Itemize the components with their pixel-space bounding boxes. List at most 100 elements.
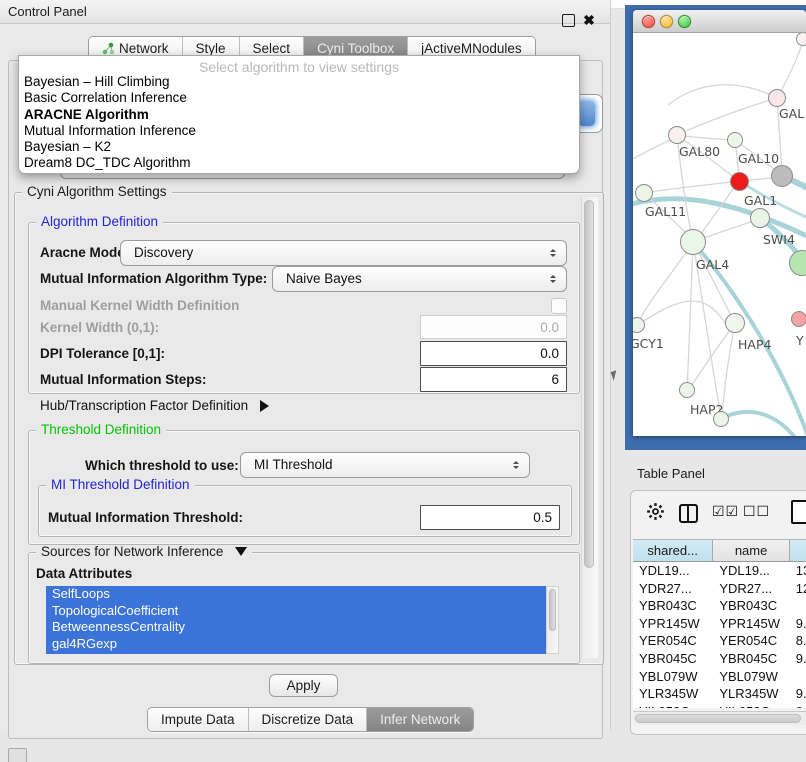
kernel-width-field[interactable] [420, 315, 567, 339]
network-node-gal1[interactable] [730, 172, 749, 191]
table-cell: YPR145W [713, 615, 789, 633]
algorithm-dropdown-popup: Select algorithm to view settings Bayesi… [18, 55, 580, 174]
mouse-cursor [611, 370, 620, 381]
screen: Control Panel ✖ Network Style Select Cyn… [0, 0, 806, 762]
mi-type-combobox[interactable]: Naive Bayes [272, 266, 567, 292]
which-threshold-combobox[interactable]: MI Threshold [240, 452, 530, 478]
mi-threshold-field[interactable] [420, 505, 560, 530]
algorithm-definition-title: Algorithm Definition [36, 215, 163, 229]
network-icon [102, 42, 115, 55]
column-header-clipped[interactable] [790, 540, 806, 562]
table-cell [790, 668, 806, 686]
cyni-bottom-tabs: Impute Data Discretize Data Infer Networ… [147, 707, 474, 732]
node-label: GAL11 [645, 204, 686, 219]
settings-scrollbar[interactable] [581, 197, 598, 658]
minimized-panel-icon[interactable] [8, 748, 27, 762]
dropdown-placeholder: Select algorithm to view settings [19, 56, 579, 74]
node-label: HAP4 [738, 337, 771, 352]
manual-kernel-checkbox[interactable] [551, 298, 567, 314]
network-node-y[interactable] [791, 311, 806, 327]
network-node-gal[interactable] [768, 89, 786, 107]
threshold-definition-title: Threshold Definition [36, 423, 166, 437]
table-row[interactable]: YBL079WYBL079W [633, 668, 806, 686]
data-attributes-list[interactable]: SelfLoopsTopologicalCoefficientBetweenne… [46, 586, 546, 654]
table-row[interactable]: YLR345WYLR345W9. [633, 685, 806, 703]
attribute-item-betweennesscentrality[interactable]: BetweennessCentrality [46, 619, 546, 636]
network-node-swi4[interactable] [750, 208, 770, 228]
dropdown-item-bayesian-hill-climbing[interactable]: Bayesian – Hill Climbing [19, 74, 579, 90]
table-cell: YDR27... [713, 580, 789, 598]
network-node-gal10[interactable] [727, 132, 743, 148]
float-window-icon[interactable] [562, 14, 575, 27]
table-cell: YLR345W [633, 685, 713, 703]
dpi-tolerance-label: DPI Tolerance [0,1]: [40, 347, 165, 361]
attributes-list-scrollbar[interactable] [546, 586, 559, 654]
aracne-mode-combobox[interactable]: Discovery [120, 240, 567, 266]
table-horizontal-scrollbar[interactable] [633, 711, 806, 725]
dropdown-item-bayesian-k2[interactable]: Bayesian – K2 [19, 139, 579, 155]
table-panel: ☑☑ ☐☐ shared... name YDL19...YDL19...13Y… [630, 490, 806, 735]
table-row[interactable]: YDL19...YDL19...13 [633, 562, 806, 580]
table-cell: 9. [790, 685, 806, 703]
table-hscroll-thumb[interactable] [635, 714, 801, 723]
attribute-item-topologicalcoefficient[interactable]: TopologicalCoefficient [46, 603, 546, 620]
deselect-all-checkboxes-icon[interactable]: ☐☐ [743, 503, 770, 520]
network-node-gal4[interactable] [680, 229, 706, 255]
network-window-titlebar[interactable] [633, 10, 806, 33]
table-cell: YIL052C [633, 703, 713, 708]
mi-threshold-group-title: MI Threshold Definition [46, 478, 195, 492]
network-node[interactable] [713, 411, 729, 427]
table-row[interactable]: YER054CYER054C8. [633, 632, 806, 650]
columns-icon[interactable] [679, 504, 698, 523]
network-node-hap2[interactable] [679, 382, 695, 398]
column-header-shared-name[interactable]: shared... [633, 540, 713, 562]
mi-steps-label: Mutual Information Steps: [40, 373, 207, 387]
network-node[interactable] [771, 165, 793, 187]
select-all-checkboxes-icon[interactable]: ☑☑ [712, 503, 739, 520]
tab-impute-data[interactable]: Impute Data [148, 708, 248, 731]
zoom-window-icon[interactable] [678, 15, 691, 28]
table-row[interactable]: YDR27...YDR27...12 [633, 580, 806, 598]
node-label: GCY1 [633, 336, 664, 351]
table-row[interactable]: YPR145WYPR145W9. [633, 615, 806, 633]
close-icon[interactable]: ✖ [581, 9, 597, 31]
settings-scrollbar-thumb[interactable] [584, 200, 594, 568]
sources-group-title[interactable]: Sources for Network Inference [36, 545, 252, 562]
dropdown-item-mutual-information[interactable]: Mutual Information Inference [19, 123, 579, 139]
minimize-window-icon[interactable] [660, 15, 673, 28]
mi-steps-field[interactable] [420, 367, 567, 392]
table-row[interactable]: YBR043CYBR043C [633, 597, 806, 615]
column-header-name[interactable]: name [713, 540, 789, 562]
dropdown-item-dream8[interactable]: Dream8 DC_TDC Algorithm [19, 155, 579, 171]
network-node-gal11[interactable] [635, 184, 653, 202]
table-cell: 9. [790, 650, 806, 668]
tab-infer-network[interactable]: Infer Network [366, 708, 473, 731]
close-window-icon[interactable] [642, 15, 655, 28]
control-panel-titlebar: Control Panel [0, 0, 610, 24]
network-canvas[interactable]: GALGAL80GAL10GAL1GAL11SWI4GAL4GCY1HAP4YH… [633, 33, 806, 436]
table-cell: 9. [790, 703, 806, 708]
table-cell: 8. [790, 632, 806, 650]
aracne-mode-value: Discovery [121, 245, 193, 260]
network-node-gal80[interactable] [668, 126, 686, 144]
attributes-scrollbar-thumb[interactable] [549, 589, 556, 631]
table-row[interactable]: YIL052CYIL052C9. [633, 703, 806, 708]
dropdown-item-aracne[interactable]: ARACNE Algorithm [19, 107, 579, 123]
table-row[interactable]: YBR045CYBR045C9. [633, 650, 806, 668]
hub-definition-toggle[interactable]: Hub/Transcription Factor Definition [40, 398, 275, 413]
mi-threshold-label: Mutual Information Threshold: [48, 511, 243, 525]
network-node[interactable] [796, 33, 806, 46]
gear-icon[interactable] [646, 502, 665, 521]
control-panel-title: Control Panel [8, 4, 87, 19]
tab-discretize-data[interactable]: Discretize Data [248, 708, 367, 731]
dpi-tolerance-field[interactable] [420, 341, 567, 366]
network-node-hap4[interactable] [725, 313, 745, 333]
table-cell [790, 597, 806, 615]
document-icon[interactable] [791, 500, 806, 524]
dropdown-item-basic-correlation[interactable]: Basic Correlation Inference [19, 90, 579, 106]
sources-title-label: Sources for Network Inference [41, 544, 223, 559]
apply-button[interactable]: Apply [269, 674, 338, 697]
data-attributes-label: Data Attributes [36, 567, 132, 581]
attribute-item-selfloops[interactable]: SelfLoops [46, 586, 546, 603]
attribute-item-gal4rgexp[interactable]: gal4RGexp [46, 636, 546, 653]
